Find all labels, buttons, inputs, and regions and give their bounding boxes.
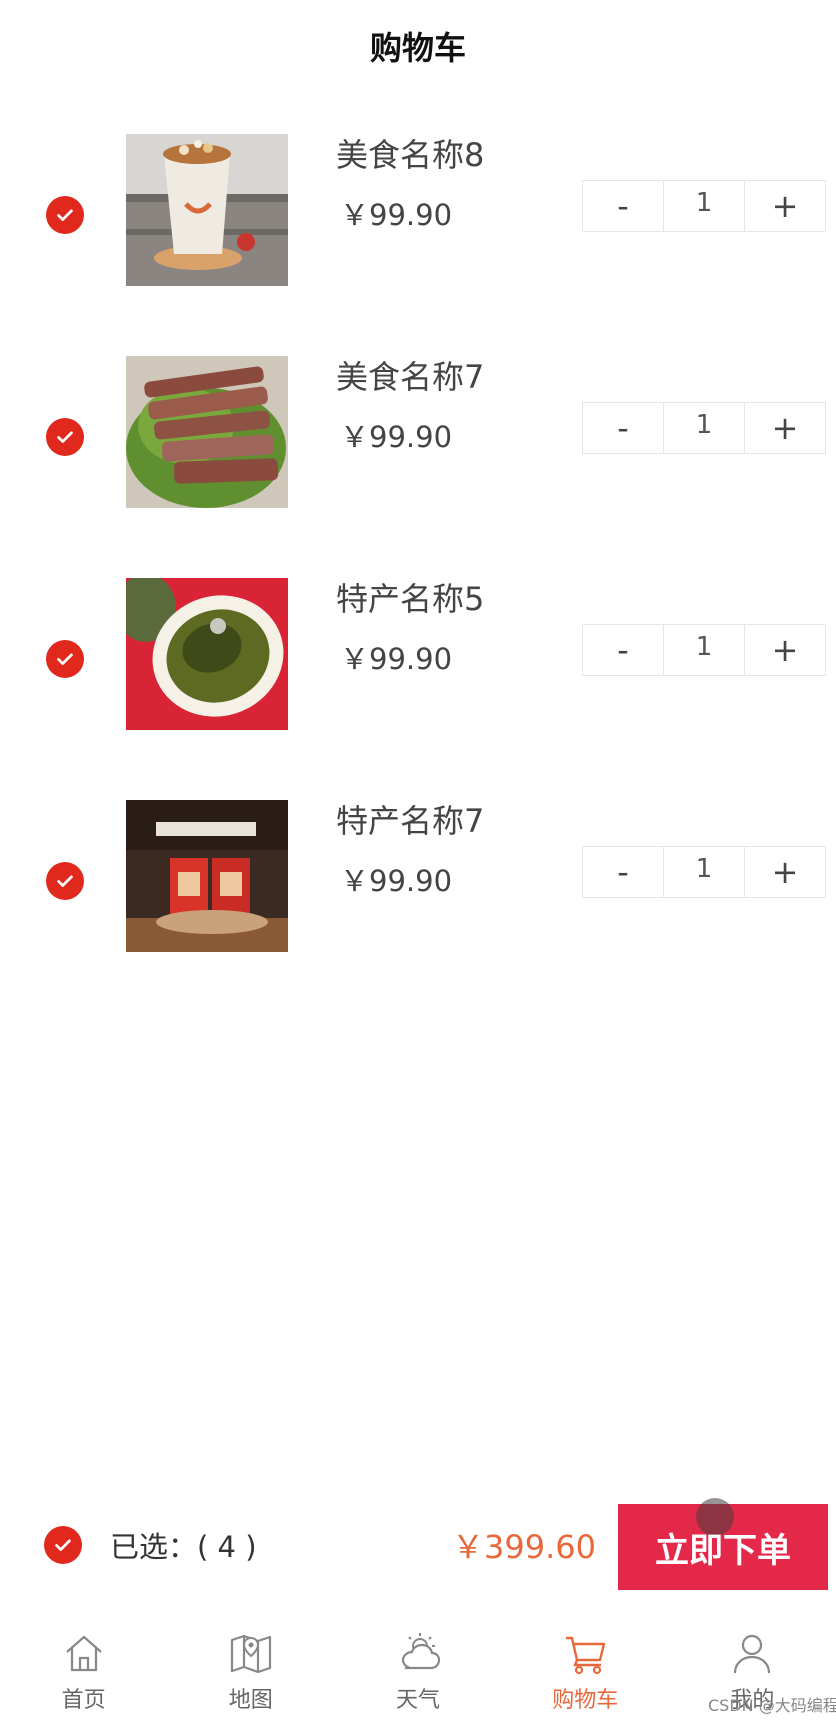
- product-image[interactable]: [126, 356, 288, 508]
- quantity-value[interactable]: 1: [663, 847, 744, 897]
- map-icon: [230, 1634, 271, 1674]
- item-checkbox[interactable]: [46, 418, 84, 456]
- weather-icon: [401, 1633, 441, 1670]
- check-icon: [57, 875, 73, 887]
- tab-label: 地图: [228, 1688, 273, 1713]
- tab-label: 首页: [61, 1688, 106, 1713]
- quantity-value[interactable]: 1: [663, 181, 744, 231]
- quantity-value[interactable]: 1: [663, 403, 744, 453]
- watermark-text: CSDN @大码编程: [708, 1696, 836, 1715]
- quantity-value[interactable]: 1: [663, 625, 744, 675]
- tab-weather[interactable]: 天气: [334, 1616, 501, 1720]
- cart-icon: [566, 1636, 606, 1675]
- product-name: 特产名称7: [336, 802, 485, 840]
- product-name: 特产名称5: [336, 580, 485, 618]
- quantity-stepper: - 1 +: [582, 180, 826, 232]
- item-checkbox[interactable]: [46, 196, 84, 234]
- increment-button[interactable]: +: [744, 847, 825, 897]
- check-icon: [57, 209, 73, 221]
- tab-label: 购物车: [552, 1688, 619, 1713]
- increment-button[interactable]: +: [744, 403, 825, 453]
- product-image[interactable]: [126, 578, 288, 730]
- tab-cart[interactable]: 购物车: [502, 1616, 669, 1720]
- page-title: 购物车: [369, 29, 466, 67]
- decrement-button[interactable]: -: [583, 403, 663, 453]
- total-price: ￥399.60: [452, 1528, 596, 1566]
- product-price: ￥99.90: [340, 864, 453, 898]
- cart-item: 特产名称7 ￥99.90 - 1 +: [0, 800, 836, 976]
- user-icon: [734, 1634, 771, 1674]
- quantity-stepper: - 1 +: [582, 624, 826, 676]
- product-name: 美食名称7: [336, 358, 485, 396]
- product-price: ￥99.90: [340, 642, 453, 676]
- cart-item: 美食名称7 ￥99.90 - 1 +: [0, 356, 836, 532]
- check-icon: [57, 431, 73, 443]
- product-image[interactable]: [126, 134, 288, 286]
- decrement-button[interactable]: -: [583, 181, 663, 231]
- place-order-button[interactable]: 立即下单: [618, 1498, 828, 1590]
- cart-item: 特产名称5 ￥99.90 - 1 +: [0, 578, 836, 754]
- check-icon: [57, 653, 73, 665]
- quantity-stepper: - 1 +: [582, 846, 826, 898]
- product-price: ￥99.90: [340, 198, 453, 232]
- item-checkbox[interactable]: [46, 862, 84, 900]
- home-icon: [65, 1635, 102, 1672]
- check-icon: [55, 1539, 71, 1551]
- tab-map[interactable]: 地图: [167, 1616, 334, 1720]
- product-price: ￥99.90: [340, 420, 453, 454]
- item-checkbox[interactable]: [46, 640, 84, 678]
- place-order-label: 立即下单: [655, 1530, 791, 1571]
- page-header: 购物车: [0, 0, 836, 92]
- tab-label: 天气: [396, 1688, 441, 1713]
- product-name: 美食名称8: [336, 136, 485, 174]
- increment-button[interactable]: +: [744, 181, 825, 231]
- checkout-bar: 已选：( 4 ) ￥399.60 立即下单: [0, 1496, 836, 1592]
- select-all-checkbox[interactable]: [44, 1526, 82, 1564]
- quantity-stepper: - 1 +: [582, 402, 826, 454]
- selected-count: 已选：( 4 ): [110, 1530, 257, 1564]
- decrement-button[interactable]: -: [583, 625, 663, 675]
- cart-item: 美食名称8 ￥99.90 - 1 +: [0, 134, 836, 310]
- decrement-button[interactable]: -: [583, 847, 663, 897]
- tab-home[interactable]: 首页: [0, 1616, 167, 1720]
- increment-button[interactable]: +: [744, 625, 825, 675]
- product-image[interactable]: [126, 800, 288, 952]
